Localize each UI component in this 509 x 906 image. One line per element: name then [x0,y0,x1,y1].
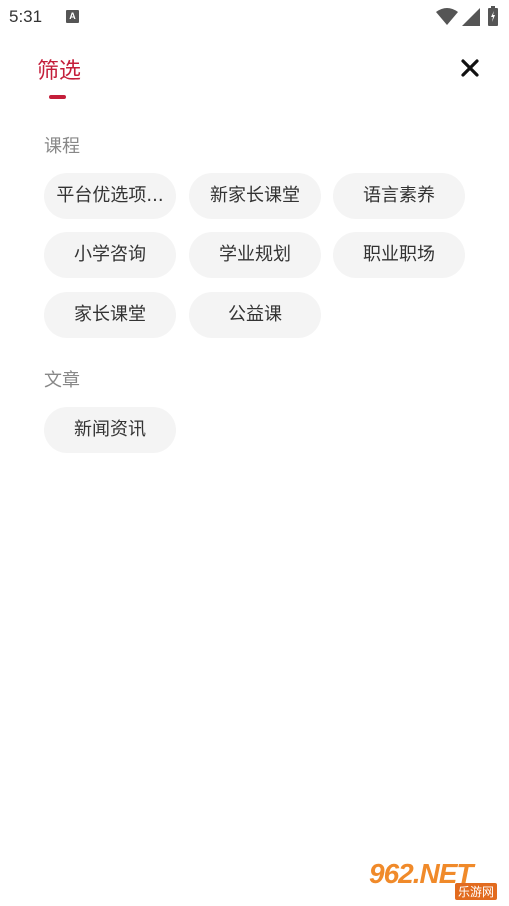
chip-course-7[interactable]: 公益课 [189,292,321,338]
notification-a-icon: A [66,10,79,23]
chip-course-3[interactable]: 小学咨询 [44,232,176,278]
chip-article-0[interactable]: 新闻资讯 [44,407,176,453]
chip-course-5[interactable]: 职业职场 [333,232,465,278]
signal-icon [462,8,480,26]
chip-course-4[interactable]: 学业规划 [189,232,321,278]
chip-course-1[interactable]: 新家长课堂 [189,173,321,219]
status-bar: 5:31 A [0,0,509,34]
title-underline [49,95,66,99]
chip-course-6[interactable]: 家长课堂 [44,292,176,338]
wifi-icon [436,8,458,25]
watermark-sub: 乐游网 [454,883,497,900]
chip-course-0[interactable]: 平台优选项... [44,173,176,219]
battery-charging-icon [488,6,498,26]
watermark: 962.NET 乐游网 [369,858,501,902]
close-icon[interactable] [456,54,484,82]
page-title: 筛选 [37,59,82,84]
status-time: 5:31 [9,7,43,26]
chip-course-2[interactable]: 语言素养 [333,173,465,219]
section-title-article: 文章 [44,370,80,391]
section-title-course: 课程 [44,136,80,157]
